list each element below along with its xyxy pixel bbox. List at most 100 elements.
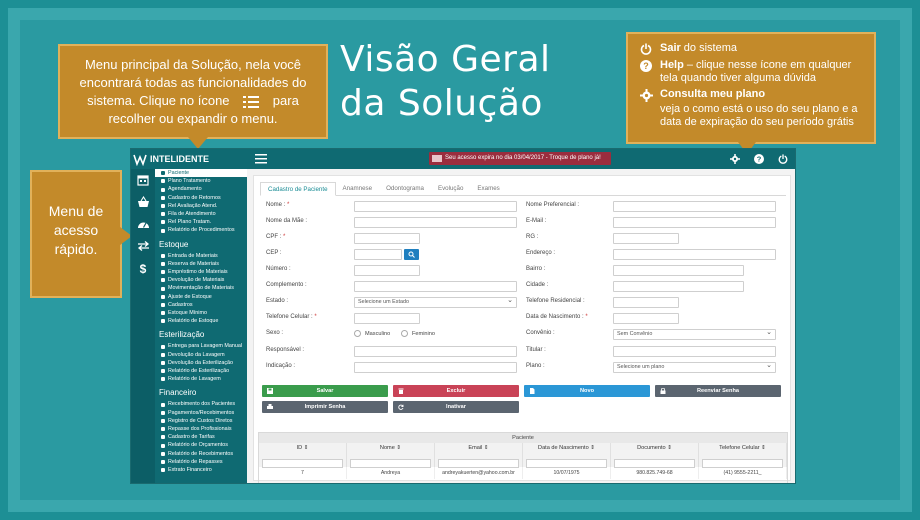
telefone-residencial-field[interactable] — [613, 297, 679, 308]
col-telefone-celular[interactable]: Telefone Celular ⇕ — [699, 443, 787, 453]
endereco-field[interactable] — [613, 249, 776, 260]
sidebar-item[interactable]: Ajuste de Estoque — [159, 293, 247, 301]
sidebar-item[interactable]: Devolução de Materiais — [159, 276, 247, 284]
sidebar-item[interactable]: Relatório de Recebimentos — [159, 450, 247, 458]
cep-search-button[interactable] — [404, 249, 419, 260]
sidebar-item-label: Registro de Custos Diretos — [168, 417, 233, 424]
transfer-icon[interactable] — [131, 235, 155, 257]
sidebar-item[interactable]: Agendamento — [159, 185, 247, 193]
sidebar-item[interactable]: Pagamentos/Recebimentos — [159, 409, 247, 417]
sidebar-item[interactable]: Rel Plano Tratam. — [159, 218, 247, 226]
sidebar-item[interactable]: Recebimento dos Pacientes — [159, 400, 247, 408]
cpf-field[interactable] — [354, 233, 420, 244]
sidebar-item[interactable]: Cadastro de Retornos — [159, 194, 247, 202]
col-documento[interactable]: Documento ⇕ — [611, 443, 699, 453]
help-plan-text: veja o como está o uso do seu plano e a … — [660, 103, 858, 128]
telefone-celular-field[interactable] — [354, 313, 420, 324]
col-nome[interactable]: Nome ⇕ — [347, 443, 435, 453]
nome-field[interactable] — [354, 201, 517, 212]
label-titular: Titular : — [526, 347, 546, 353]
sidebar-item[interactable]: Empréstimo de Materiais — [159, 268, 247, 276]
sexo-masculino-radio[interactable] — [354, 330, 361, 337]
tab-odontograma[interactable]: Odontograma — [379, 182, 431, 196]
sidebar-item[interactable]: Relatório de Procedimentos — [159, 226, 247, 234]
sidebar-item[interactable]: Devolução da Esterilização — [159, 359, 247, 367]
menu-toggle-icon[interactable] — [255, 153, 267, 165]
convenio-select[interactable]: Sem Convênio — [613, 328, 776, 340]
gear-icon[interactable] — [729, 152, 741, 165]
sidebar-item[interactable]: Movimentação de Materiais — [159, 284, 247, 292]
tab-exames[interactable]: Exames — [470, 182, 506, 196]
bairro-field[interactable] — [613, 265, 744, 276]
sidebar-item[interactable]: Relatório de Lavagem — [159, 375, 247, 383]
power-icon[interactable] — [777, 152, 789, 165]
sidebar-item[interactable]: Paciente — [155, 169, 247, 178]
sidebar-item[interactable]: Reserva de Materiais — [159, 260, 247, 268]
titular-field[interactable] — [613, 346, 776, 357]
estado-select[interactable]: Selecione um Estado — [354, 296, 517, 308]
sidebar-item-label: Relatório de Lavagem — [168, 376, 221, 383]
sidebar-section-esterilizacao[interactable]: Esterilização — [159, 329, 247, 341]
sidebar-item-label: Estoque Mínimo — [168, 310, 207, 317]
col-id[interactable]: ID ⇕ — [259, 443, 347, 453]
table-row[interactable]: 7 Andreya andreyakuerten@yahoo.com.br 10… — [259, 467, 787, 479]
sidebar-item[interactable]: Extrato Financeiro — [159, 466, 247, 474]
sidebar-item-label: Devolução da Lavagem — [168, 351, 225, 358]
sidebar-item-label: Relatório de Esterilização — [168, 368, 230, 375]
email-field[interactable] — [613, 217, 776, 228]
calendar-icon[interactable] — [131, 169, 155, 191]
resend-password-button[interactable]: Reenviar Senha — [655, 385, 781, 397]
delete-button[interactable]: Excluir — [393, 385, 519, 397]
sidebar-item[interactable]: Relatório de Esterilização — [159, 367, 247, 375]
plano-select[interactable]: Selecione um plano — [613, 361, 776, 373]
col-data-nascimento[interactable]: Data de Nascimento ⇕ — [523, 443, 611, 453]
data-nascimento-field[interactable] — [613, 313, 679, 324]
sidebar-item[interactable]: Relatório de Repasses — [159, 458, 247, 466]
col-email[interactable]: Email ⇕ — [435, 443, 523, 453]
nome-mae-field[interactable] — [354, 217, 517, 228]
cell-telefone: (41) 9555-2211_ — [699, 467, 787, 479]
sidebar-item[interactable]: Cadastro de Tarifas — [159, 433, 247, 441]
save-button[interactable]: Salvar — [262, 385, 388, 397]
cep-field[interactable] — [354, 249, 402, 260]
rg-field[interactable] — [613, 233, 679, 244]
sidebar-item[interactable]: Estoque Mínimo — [159, 309, 247, 317]
sidebar-item[interactable]: Repasse dos Profissionais — [159, 425, 247, 433]
indicacao-field[interactable] — [354, 362, 517, 373]
sidebar-item[interactable]: Devolução da Lavagem — [159, 351, 247, 359]
sidebar-item-label: Empréstimo de Materiais — [168, 269, 228, 276]
sidebar-item[interactable]: Cadastros — [159, 301, 247, 309]
dashboard-icon[interactable] — [131, 213, 155, 235]
sidebar-item[interactable]: Registro de Custos Diretos — [159, 417, 247, 425]
tab-cadastro-paciente[interactable]: Cadastro de Paciente — [260, 182, 336, 196]
sidebar-item[interactable]: Rel Avaliação Atend. — [159, 202, 247, 210]
print-icon — [267, 404, 273, 409]
sexo-feminino-radio[interactable] — [401, 330, 408, 337]
label-telefone-celular: Telefone Celular : * — [266, 314, 317, 320]
responsavel-field[interactable] — [354, 346, 517, 357]
sidebar-section-financeiro[interactable]: Financeiro — [159, 387, 247, 399]
sidebar-item[interactable]: Plano Tratamento — [159, 177, 247, 185]
sidebar-item[interactable]: Relatório de Estoque — [159, 317, 247, 325]
tab-anamnese[interactable]: Anamnese — [336, 182, 380, 196]
cidade-field[interactable] — [613, 281, 744, 292]
sidebar-item-label: Cadastro de Retornos — [168, 194, 221, 201]
complemento-field[interactable] — [354, 281, 517, 292]
nome-preferencial-field[interactable] — [613, 201, 776, 212]
help-logout-text: do sistema — [683, 42, 737, 54]
sidebar-item[interactable]: Entrega para Lavagem Manual — [159, 342, 247, 350]
sidebar-item[interactable]: Entrada de Materiais — [159, 252, 247, 260]
new-button[interactable]: Novo — [524, 385, 650, 397]
numero-field[interactable] — [354, 265, 420, 276]
question-icon[interactable]: ? — [753, 152, 765, 165]
tab-evolucao[interactable]: Evolução — [431, 182, 470, 196]
deactivate-button[interactable]: Inativar — [393, 401, 519, 413]
print-password-button[interactable]: Imprimir Senha — [262, 401, 388, 413]
sidebar-section-estoque[interactable]: Estoque — [159, 239, 247, 251]
dollar-icon[interactable]: $ — [131, 257, 155, 279]
sidebar-item[interactable]: Relatório de Orçamentos — [159, 441, 247, 449]
sidebar-item[interactable]: Fila de Atendimento — [159, 210, 247, 218]
bullet-icon — [161, 410, 165, 415]
basket-icon[interactable] — [131, 191, 155, 213]
plan-expiry-banner[interactable]: Seu acesso expira no dia 03/04/2017 - Tr… — [429, 152, 611, 165]
